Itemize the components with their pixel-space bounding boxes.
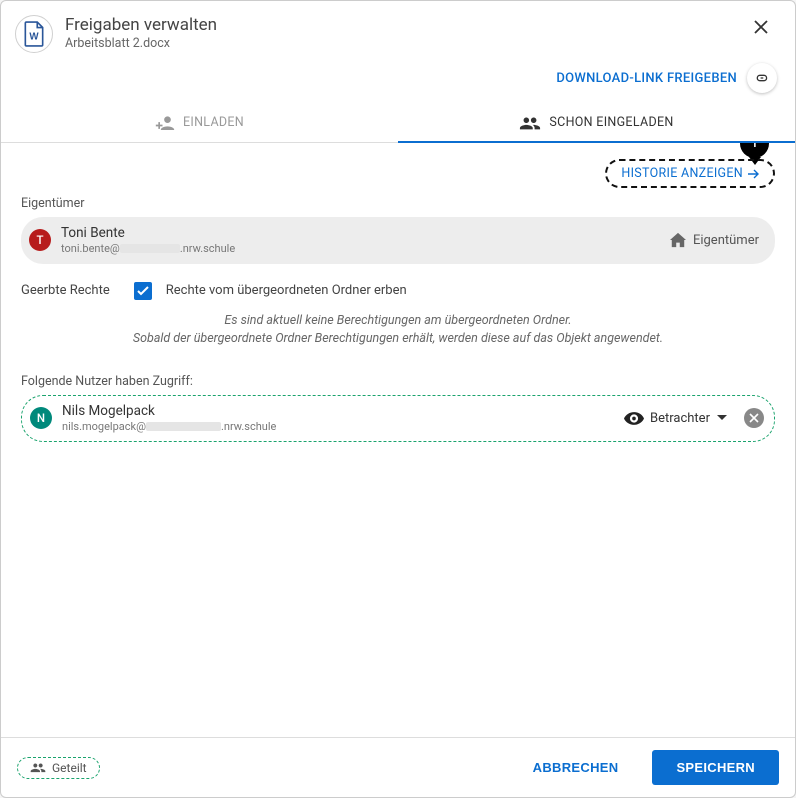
dialog-title: Freigaben verwalten xyxy=(65,15,733,35)
email-mask xyxy=(120,244,180,253)
inherit-checkbox-label: Rechte vom übergeordneten Ordner erben xyxy=(166,283,407,298)
user-info: Nils Mogelpack nils.mogelpack@.nrw.schul… xyxy=(62,403,614,434)
tab-already-label: SCHON EINGELADEN xyxy=(549,115,673,130)
arrow-right-icon xyxy=(747,169,759,179)
dialog-content: 1 HISTORIE ANZEIGEN Eigentümer T Toni Be… xyxy=(1,143,795,737)
close-button[interactable] xyxy=(745,15,777,41)
owner-avatar: T xyxy=(29,229,51,251)
document-icon: W xyxy=(15,15,53,53)
shared-badge-label: Geteilt xyxy=(52,761,87,775)
people-icon xyxy=(30,762,46,773)
history-row: 1 HISTORIE ANZEIGEN xyxy=(21,159,775,188)
tabs: EINLADEN SCHON EINGELADEN xyxy=(1,103,795,143)
link-icon-button[interactable] xyxy=(747,63,777,93)
owner-name: Toni Bente xyxy=(61,225,659,242)
access-section-label: Folgende Nutzer haben Zugriff: xyxy=(21,374,775,389)
download-link-label[interactable]: DOWNLOAD-LINK FREIGEBEN xyxy=(556,71,737,86)
dialog-filename: Arbeitsblatt 2.docx xyxy=(65,36,733,51)
dialog-footer: Geteilt ABBRECHEN SPEICHERN xyxy=(1,737,795,797)
owner-role-label: Eigentümer xyxy=(693,233,759,248)
download-link-row: DOWNLOAD-LINK FREIGEBEN xyxy=(1,63,795,103)
cancel-button[interactable]: ABBRECHEN xyxy=(509,750,643,785)
save-button[interactable]: SPEICHERN xyxy=(652,750,779,785)
annotation-callout: 1 xyxy=(740,143,769,158)
svg-text:W: W xyxy=(29,31,39,42)
close-icon xyxy=(753,19,769,35)
user-access-row: N Nils Mogelpack nils.mogelpack@.nrw.sch… xyxy=(21,395,775,442)
owner-role: Eigentümer xyxy=(669,232,759,248)
chevron-down-icon xyxy=(716,414,728,422)
remove-user-button[interactable] xyxy=(744,408,764,428)
inherit-row: Geerbte Rechte Rechte vom übergeordneten… xyxy=(21,282,775,300)
owner-info: Toni Bente toni.bente@.nrw.schule xyxy=(61,225,659,256)
tab-invite[interactable]: EINLADEN xyxy=(1,103,398,142)
people-icon xyxy=(519,116,541,130)
owner-email: toni.bente@.nrw.schule xyxy=(61,242,659,256)
history-button[interactable]: HISTORIE ANZEIGEN xyxy=(605,159,775,188)
inherit-label: Geerbte Rechte xyxy=(21,283,110,298)
header-text: Freigaben verwalten Arbeitsblatt 2.docx xyxy=(65,15,733,51)
inherit-info-text: Es sind aktuell keine Berechtigungen am … xyxy=(21,312,775,348)
check-icon xyxy=(137,286,149,296)
role-label: Betrachter xyxy=(650,411,710,426)
inherit-checkbox[interactable] xyxy=(134,282,152,300)
home-icon xyxy=(669,232,687,248)
user-avatar: N xyxy=(30,407,52,429)
x-icon xyxy=(749,413,759,423)
person-add-icon xyxy=(155,116,175,130)
user-email: nils.mogelpack@.nrw.schule xyxy=(62,420,614,434)
role-selector[interactable]: Betrachter xyxy=(624,411,728,426)
eye-icon xyxy=(624,412,644,425)
share-dialog: W Freigaben verwalten Arbeitsblatt 2.doc… xyxy=(0,0,796,798)
history-button-label: HISTORIE ANZEIGEN xyxy=(621,166,743,181)
dialog-header: W Freigaben verwalten Arbeitsblatt 2.doc… xyxy=(1,1,795,63)
email-mask xyxy=(146,422,221,431)
owner-row: T Toni Bente toni.bente@.nrw.schule Eige… xyxy=(21,217,775,264)
shared-badge[interactable]: Geteilt xyxy=(17,757,100,779)
user-name: Nils Mogelpack xyxy=(62,403,614,420)
tab-invite-label: EINLADEN xyxy=(183,115,244,130)
link-icon xyxy=(754,70,770,86)
owner-section-label: Eigentümer xyxy=(21,196,775,211)
tab-already-invited[interactable]: SCHON EINGELADEN xyxy=(398,103,795,142)
